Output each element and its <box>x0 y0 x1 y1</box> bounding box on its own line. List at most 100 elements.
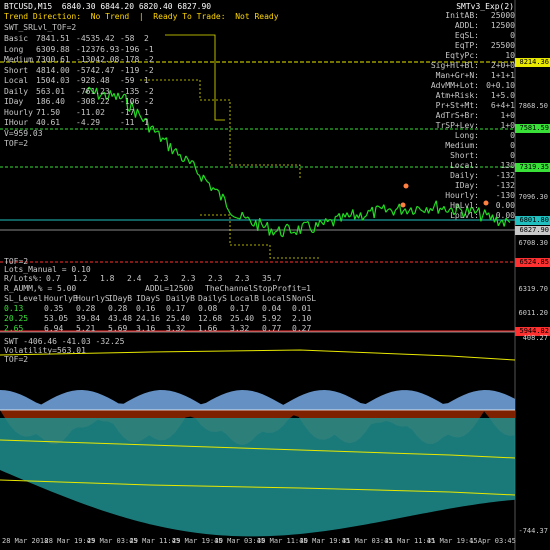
price-segment <box>109 90 113 97</box>
price-segment <box>234 216 237 219</box>
price-segment <box>491 214 496 223</box>
price-segment <box>152 125 156 133</box>
sr-cell: -2 <box>144 55 154 64</box>
price-segment <box>171 149 175 155</box>
sr-cell: -928.48 <box>76 76 110 85</box>
sr-cell: -17 <box>120 107 135 117</box>
price-segment <box>272 231 276 236</box>
price-segment <box>389 208 393 211</box>
price-segment <box>239 211 243 219</box>
price-segment <box>420 209 423 212</box>
price-marker: 6827.90 <box>515 226 550 235</box>
price-segment <box>377 205 381 208</box>
price-segment <box>206 181 210 184</box>
price-segment <box>232 215 235 218</box>
sr-cell: Local <box>4 76 29 85</box>
price-segment <box>427 208 431 214</box>
price-segment <box>212 187 216 190</box>
price-segment <box>418 207 422 211</box>
sr-cell: -2 <box>144 65 154 75</box>
price-segment <box>507 220 511 223</box>
price-segment <box>392 209 397 216</box>
price-segment <box>224 197 228 208</box>
price-segment <box>317 219 321 227</box>
sr-cell: -59 <box>120 76 135 85</box>
price-segment <box>365 210 369 216</box>
sl-row3-cell: 0.77 <box>262 324 282 333</box>
price-segment <box>263 225 266 229</box>
price-segment <box>406 210 410 215</box>
price-segment <box>179 154 183 162</box>
price-marker: 7319.35 <box>515 163 550 172</box>
price-segment <box>261 223 265 228</box>
price-segment <box>364 215 367 218</box>
rlots-value: 2.3 <box>154 274 169 283</box>
price-segment <box>348 215 352 218</box>
signal-marker <box>483 200 489 206</box>
sr-cell: -4.29 <box>76 118 101 127</box>
sr-cell: -58 <box>120 34 135 43</box>
time-tick: 28 Mar 2018 <box>2 537 49 545</box>
rlots-value: 1.8 <box>100 274 115 283</box>
price-segment <box>202 174 206 179</box>
rlots-value: 2.3 <box>208 274 223 283</box>
price-segment <box>288 225 292 234</box>
price-segment <box>138 113 142 119</box>
rlots-value: 2.3 <box>181 274 196 283</box>
price-segment <box>193 161 197 169</box>
sr-cell: -308.22 <box>76 97 110 106</box>
sr-cell: -761.23 <box>76 86 110 96</box>
price-segment <box>204 178 208 182</box>
price-segment <box>230 213 233 217</box>
rlots-value: 0.7 <box>46 274 61 283</box>
price-segment <box>236 217 239 219</box>
price-segment <box>359 212 364 221</box>
price-segment <box>323 218 327 226</box>
sr-cell: 1504.03 <box>36 76 70 85</box>
sr-cell: -2 <box>144 86 154 96</box>
sr-cell: Daily <box>4 86 29 96</box>
sl-row3-cell: 5.69 <box>108 324 128 333</box>
sr-cell: IHour <box>4 118 29 127</box>
price-segment <box>414 206 418 214</box>
price-segment <box>259 218 263 225</box>
sr-cell: -11 <box>120 118 135 127</box>
price-segment <box>208 182 212 191</box>
sr-cell: -178 <box>120 55 140 64</box>
rlots-label: R/Lots%: <box>4 274 43 283</box>
price-segment <box>162 137 165 141</box>
level-key: LpLvl: <box>450 211 479 220</box>
price-segment <box>395 207 398 211</box>
price-tick: 6011.20 <box>518 309 548 317</box>
price-segment <box>158 130 162 142</box>
sr-cell: -135 <box>120 86 140 96</box>
price-segment <box>197 173 200 176</box>
sr-cell: Basic <box>4 34 29 43</box>
sr-cell: -5742.47 <box>76 65 115 75</box>
sr-cell: 7300.61 <box>36 55 70 64</box>
rlots-value: 35.7 <box>262 274 282 283</box>
sr-cell: 2 <box>144 34 149 43</box>
price-segment <box>274 230 278 233</box>
price-segment <box>134 108 138 118</box>
price-marker: 6524.85 <box>515 258 550 267</box>
price-tick: 7868.50 <box>518 102 548 110</box>
sl-row3-cell: 3.16 <box>136 324 156 333</box>
price-segment <box>387 208 390 211</box>
sr-cell: Long <box>4 44 24 54</box>
price-segment <box>249 219 253 226</box>
price-segment <box>488 212 492 221</box>
price-segment <box>346 212 350 218</box>
price-segment <box>383 204 387 213</box>
sr-cell: 4814.00 <box>36 65 70 75</box>
price-segment <box>299 224 303 234</box>
price-segment <box>497 221 501 227</box>
sr-cell: -4535.42 <box>76 34 115 43</box>
price-segment <box>160 137 164 142</box>
sr-cell: 6309.88 <box>36 44 70 54</box>
chart-window[interactable]: { "header": { "title": "BTCUSD,M15 6840.… <box>0 0 550 550</box>
price-segment <box>313 222 317 233</box>
price-segment <box>165 137 170 152</box>
price-segment <box>175 148 179 156</box>
price-segment <box>266 222 270 236</box>
